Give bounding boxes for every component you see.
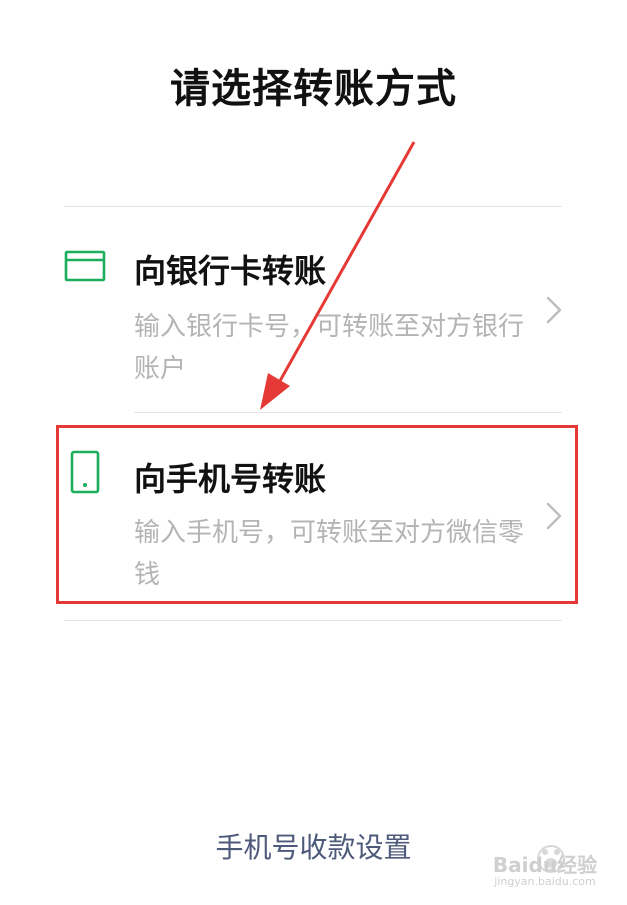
mobile-phone-icon xyxy=(70,450,100,498)
chevron-right-icon xyxy=(546,296,562,328)
mobile-receive-settings-link[interactable]: 手机号收款设置 xyxy=(0,826,627,866)
middle-divider xyxy=(134,412,562,413)
bank-card-transfer-option[interactable]: 向银行卡转账 输入银行卡号，可转账至对方银行账户 xyxy=(64,210,564,410)
bank-card-transfer-description: 输入银行卡号，可转账至对方银行账户 xyxy=(134,312,525,384)
bank-card-icon xyxy=(64,250,106,286)
watermark-url: jingyan.baidu.com xyxy=(494,875,596,888)
bank-card-transfer-label: 向银行卡转账 xyxy=(134,252,327,290)
page-title: 请选择转账方式 xyxy=(170,66,457,112)
chevron-right-icon xyxy=(546,502,562,534)
mobile-number-transfer-option[interactable]: 向手机号转账 输入手机号，可转账至对方微信零钱 xyxy=(64,420,564,600)
mobile-number-transfer-description: 输入手机号，可转账至对方微信零钱 xyxy=(134,518,525,590)
top-divider xyxy=(64,206,562,207)
mobile-number-transfer-label: 向手机号转账 xyxy=(134,460,327,498)
bottom-divider xyxy=(64,620,562,621)
